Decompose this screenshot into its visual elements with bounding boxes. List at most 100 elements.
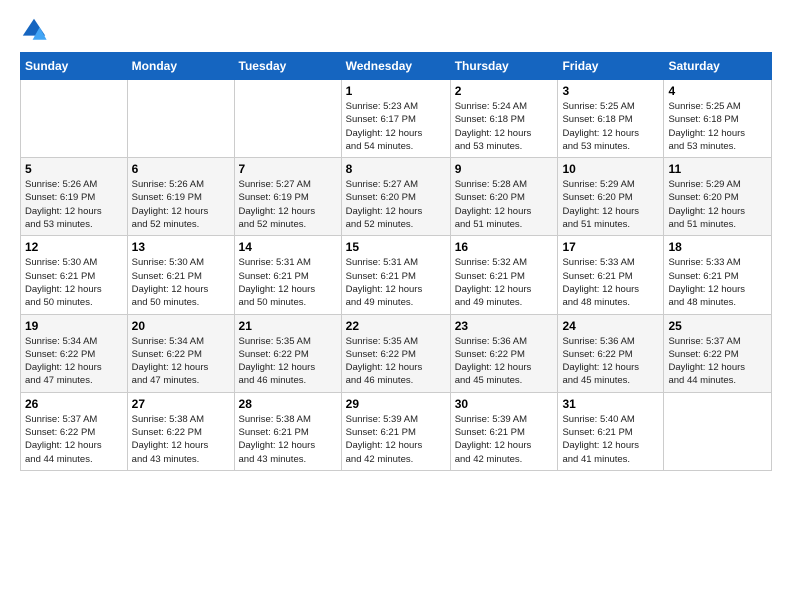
day-number: 4 <box>668 84 767 98</box>
day-number: 7 <box>239 162 337 176</box>
calendar-table: SundayMondayTuesdayWednesdayThursdayFrid… <box>20 52 772 471</box>
day-info: Sunrise: 5:25 AM Sunset: 6:18 PM Dayligh… <box>668 100 767 153</box>
calendar-cell: 26 Sunrise: 5:37 AM Sunset: 6:22 PM Dayli… <box>21 392 128 470</box>
day-info: Sunrise: 5:30 AM Sunset: 6:21 PM Dayligh… <box>132 256 230 309</box>
calendar-cell: 13 Sunrise: 5:30 AM Sunset: 6:21 PM Dayli… <box>127 236 234 314</box>
day-number: 27 <box>132 397 230 411</box>
day-info: Sunrise: 5:40 AM Sunset: 6:21 PM Dayligh… <box>562 413 659 466</box>
day-info: Sunrise: 5:30 AM Sunset: 6:21 PM Dayligh… <box>25 256 123 309</box>
calendar-cell <box>664 392 772 470</box>
weekday-header-sunday: Sunday <box>21 53 128 80</box>
day-number: 21 <box>239 319 337 333</box>
calendar-cell: 5 Sunrise: 5:26 AM Sunset: 6:19 PM Daylig… <box>21 158 128 236</box>
day-info: Sunrise: 5:39 AM Sunset: 6:21 PM Dayligh… <box>455 413 554 466</box>
day-info: Sunrise: 5:23 AM Sunset: 6:17 PM Dayligh… <box>346 100 446 153</box>
calendar-cell: 28Sunrise: 5:38 AM Sunset: 6:21 PM Dayli… <box>234 392 341 470</box>
day-info: Sunrise: 5:37 AM Sunset: 6:22 PM Dayligh… <box>25 413 123 466</box>
day-number: 2 <box>455 84 554 98</box>
day-number: 17 <box>562 240 659 254</box>
day-info: Sunrise: 5:27 AM Sunset: 6:20 PM Dayligh… <box>346 178 446 231</box>
week-row-1: 1 Sunrise: 5:23 AM Sunset: 6:17 PM Daylig… <box>21 80 772 158</box>
day-number: 10 <box>562 162 659 176</box>
calendar-cell: 22Sunrise: 5:35 AM Sunset: 6:22 PM Dayli… <box>341 314 450 392</box>
calendar-cell: 30 Sunrise: 5:39 AM Sunset: 6:21 PM Dayli… <box>450 392 558 470</box>
day-number: 14 <box>239 240 337 254</box>
calendar-cell: 24 Sunrise: 5:36 AM Sunset: 6:22 PM Dayli… <box>558 314 664 392</box>
day-info: Sunrise: 5:33 AM Sunset: 6:21 PM Dayligh… <box>668 256 767 309</box>
day-info: Sunrise: 5:34 AM Sunset: 6:22 PM Dayligh… <box>132 335 230 388</box>
day-number: 11 <box>668 162 767 176</box>
day-info: Sunrise: 5:28 AM Sunset: 6:20 PM Dayligh… <box>455 178 554 231</box>
calendar-cell <box>21 80 128 158</box>
calendar-cell: 21 Sunrise: 5:35 AM Sunset: 6:22 PM Dayli… <box>234 314 341 392</box>
calendar-cell: 12 Sunrise: 5:30 AM Sunset: 6:21 PM Dayli… <box>21 236 128 314</box>
day-info: Sunrise: 5:29 AM Sunset: 6:20 PM Dayligh… <box>562 178 659 231</box>
calendar-cell <box>234 80 341 158</box>
day-number: 13 <box>132 240 230 254</box>
calendar-cell: 19 Sunrise: 5:34 AM Sunset: 6:22 PM Dayli… <box>21 314 128 392</box>
day-info: Sunrise: 5:27 AM Sunset: 6:19 PM Dayligh… <box>239 178 337 231</box>
day-info: Sunrise: 5:37 AM Sunset: 6:22 PM Dayligh… <box>668 335 767 388</box>
day-number: 31 <box>562 397 659 411</box>
calendar-cell: 25 Sunrise: 5:37 AM Sunset: 6:22 PM Dayli… <box>664 314 772 392</box>
weekday-header-row: SundayMondayTuesdayWednesdayThursdayFrid… <box>21 53 772 80</box>
day-number: 1 <box>346 84 446 98</box>
day-info: Sunrise: 5:38 AM Sunset: 6:22 PM Dayligh… <box>132 413 230 466</box>
day-number: 23 <box>455 319 554 333</box>
day-info: Sunrise: 5:32 AM Sunset: 6:21 PM Dayligh… <box>455 256 554 309</box>
calendar-cell: 7 Sunrise: 5:27 AM Sunset: 6:19 PM Daylig… <box>234 158 341 236</box>
day-number: 19 <box>25 319 123 333</box>
calendar-cell: 1 Sunrise: 5:23 AM Sunset: 6:17 PM Daylig… <box>341 80 450 158</box>
weekday-header-friday: Friday <box>558 53 664 80</box>
weekday-header-saturday: Saturday <box>664 53 772 80</box>
calendar-cell <box>127 80 234 158</box>
day-number: 18 <box>668 240 767 254</box>
page: SundayMondayTuesdayWednesdayThursdayFrid… <box>0 0 792 481</box>
day-info: Sunrise: 5:36 AM Sunset: 6:22 PM Dayligh… <box>455 335 554 388</box>
day-number: 30 <box>455 397 554 411</box>
calendar-cell: 14 Sunrise: 5:31 AM Sunset: 6:21 PM Dayli… <box>234 236 341 314</box>
logo <box>20 16 52 44</box>
day-info: Sunrise: 5:25 AM Sunset: 6:18 PM Dayligh… <box>562 100 659 153</box>
calendar-cell: 2 Sunrise: 5:24 AM Sunset: 6:18 PM Daylig… <box>450 80 558 158</box>
day-info: Sunrise: 5:38 AM Sunset: 6:21 PM Dayligh… <box>239 413 337 466</box>
week-row-4: 19 Sunrise: 5:34 AM Sunset: 6:22 PM Dayli… <box>21 314 772 392</box>
calendar-cell: 31 Sunrise: 5:40 AM Sunset: 6:21 PM Dayli… <box>558 392 664 470</box>
day-info: Sunrise: 5:26 AM Sunset: 6:19 PM Dayligh… <box>132 178 230 231</box>
day-number: 25 <box>668 319 767 333</box>
header <box>20 16 772 44</box>
calendar-cell: 20 Sunrise: 5:34 AM Sunset: 6:22 PM Dayli… <box>127 314 234 392</box>
day-number: 12 <box>25 240 123 254</box>
day-info: Sunrise: 5:34 AM Sunset: 6:22 PM Dayligh… <box>25 335 123 388</box>
day-number: 6 <box>132 162 230 176</box>
week-row-3: 12 Sunrise: 5:30 AM Sunset: 6:21 PM Dayli… <box>21 236 772 314</box>
week-row-2: 5 Sunrise: 5:26 AM Sunset: 6:19 PM Daylig… <box>21 158 772 236</box>
day-number: 16 <box>455 240 554 254</box>
calendar-cell: 9Sunrise: 5:28 AM Sunset: 6:20 PM Daylig… <box>450 158 558 236</box>
day-number: 29 <box>346 397 446 411</box>
calendar-cell: 29Sunrise: 5:39 AM Sunset: 6:21 PM Dayli… <box>341 392 450 470</box>
day-number: 3 <box>562 84 659 98</box>
weekday-header-wednesday: Wednesday <box>341 53 450 80</box>
calendar-cell: 16 Sunrise: 5:32 AM Sunset: 6:21 PM Dayli… <box>450 236 558 314</box>
calendar-cell: 27 Sunrise: 5:38 AM Sunset: 6:22 PM Dayli… <box>127 392 234 470</box>
day-number: 15 <box>346 240 446 254</box>
logo-icon <box>20 16 48 44</box>
calendar-cell: 17Sunrise: 5:33 AM Sunset: 6:21 PM Dayli… <box>558 236 664 314</box>
calendar-cell: 3 Sunrise: 5:25 AM Sunset: 6:18 PM Daylig… <box>558 80 664 158</box>
day-number: 24 <box>562 319 659 333</box>
weekday-header-monday: Monday <box>127 53 234 80</box>
calendar-cell: 6 Sunrise: 5:26 AM Sunset: 6:19 PM Daylig… <box>127 158 234 236</box>
day-info: Sunrise: 5:26 AM Sunset: 6:19 PM Dayligh… <box>25 178 123 231</box>
day-info: Sunrise: 5:35 AM Sunset: 6:22 PM Dayligh… <box>239 335 337 388</box>
day-number: 26 <box>25 397 123 411</box>
day-info: Sunrise: 5:36 AM Sunset: 6:22 PM Dayligh… <box>562 335 659 388</box>
calendar-cell: 23 Sunrise: 5:36 AM Sunset: 6:22 PM Dayli… <box>450 314 558 392</box>
day-number: 5 <box>25 162 123 176</box>
day-info: Sunrise: 5:31 AM Sunset: 6:21 PM Dayligh… <box>239 256 337 309</box>
day-number: 20 <box>132 319 230 333</box>
day-info: Sunrise: 5:24 AM Sunset: 6:18 PM Dayligh… <box>455 100 554 153</box>
calendar-cell: 18 Sunrise: 5:33 AM Sunset: 6:21 PM Dayli… <box>664 236 772 314</box>
calendar-cell: 4 Sunrise: 5:25 AM Sunset: 6:18 PM Daylig… <box>664 80 772 158</box>
day-number: 22 <box>346 319 446 333</box>
